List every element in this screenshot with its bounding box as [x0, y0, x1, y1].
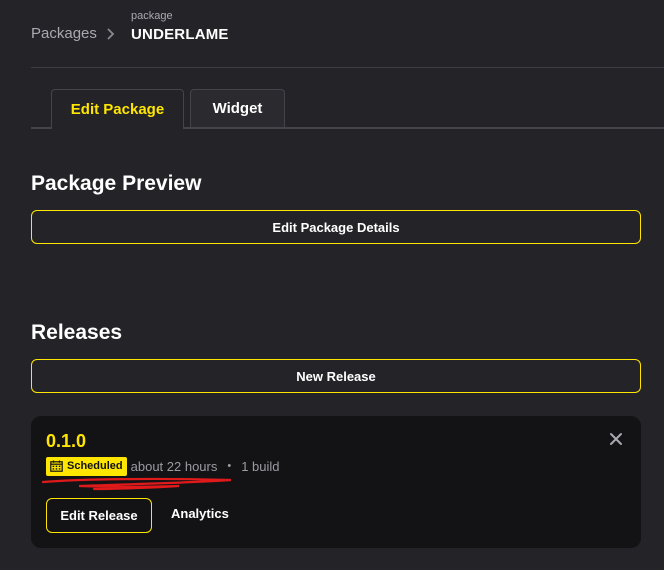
edit-release-button[interactable]: Edit Release [46, 498, 152, 533]
package-page: Packages package UNDERLAME Edit Package … [0, 0, 664, 570]
release-time: about 22 hours [130, 458, 218, 474]
meta-separator: • [227, 460, 232, 472]
status-badge-label: Scheduled [67, 460, 123, 472]
tab-edit-package[interactable]: Edit Package [51, 89, 184, 128]
breadcrumb-caption: package [131, 10, 173, 22]
tab-widget[interactable]: Widget [190, 89, 285, 127]
chevron-right-icon [107, 28, 115, 40]
release-version[interactable]: 0.1.0 [46, 431, 86, 452]
red-underline-annotation [41, 477, 232, 491]
package-preview-heading: Package Preview [31, 172, 202, 195]
close-icon[interactable] [609, 432, 623, 446]
status-badge: Scheduled [46, 456, 127, 476]
calendar-icon [50, 460, 63, 472]
analytics-button[interactable]: Analytics [171, 506, 229, 521]
release-builds: 1 build [241, 458, 280, 474]
breadcrumb-packages-link[interactable]: Packages [31, 25, 97, 42]
header-divider [31, 67, 664, 68]
releases-heading: Releases [31, 321, 123, 344]
release-card: 0.1.0 Scheduled about 22 hours • 1 build… [31, 416, 641, 548]
breadcrumb-current: UNDERLAME [131, 26, 229, 43]
new-release-button[interactable]: New Release [31, 359, 641, 393]
edit-package-details-button[interactable]: Edit Package Details [31, 210, 641, 244]
release-meta: Scheduled about 22 hours • 1 build [46, 456, 280, 476]
